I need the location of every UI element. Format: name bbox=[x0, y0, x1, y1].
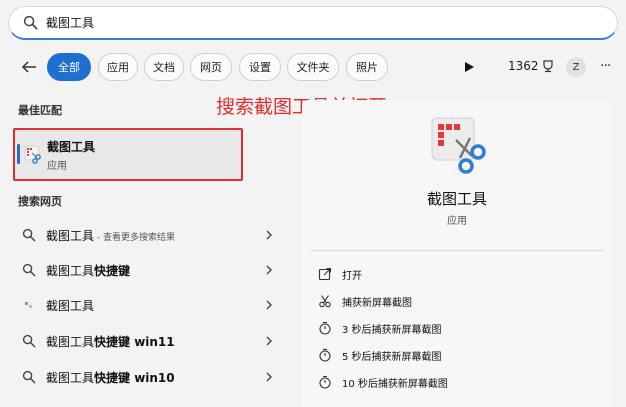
preview-pane: 截图工具 应用 打开 捕获新屏幕截图 3 秒后捕获新屏幕截图 5 秒后捕获新屏幕… bbox=[302, 100, 612, 407]
divider bbox=[310, 250, 604, 251]
filter-chip-web[interactable]: 网页 bbox=[190, 53, 232, 81]
search-icon bbox=[22, 370, 36, 384]
search-bar[interactable] bbox=[8, 6, 618, 40]
web-result-subtitle: - 查看更多搜索结果 bbox=[94, 232, 175, 243]
action-snip-10s[interactable]: 10 秒后捕获新屏幕截图 bbox=[318, 372, 448, 392]
search-icon bbox=[22, 228, 36, 242]
web-result-item[interactable]: 截图工具快捷键 win10 bbox=[18, 364, 280, 390]
web-result-item[interactable]: 截图工具快捷键 win11 bbox=[18, 328, 280, 354]
action-open[interactable]: 打开 bbox=[318, 264, 362, 284]
rewards-points[interactable]: 1362 bbox=[508, 59, 555, 73]
avatar[interactable]: Z bbox=[566, 57, 586, 77]
chevron-right-icon bbox=[266, 336, 272, 346]
chevron-right-icon bbox=[266, 265, 272, 275]
selection-indicator bbox=[17, 144, 20, 164]
open-external-icon bbox=[318, 267, 332, 281]
trophy-icon bbox=[542, 60, 553, 73]
preview-app-type: 应用 bbox=[447, 216, 467, 227]
filter-chip-folders[interactable]: 文件夹 bbox=[287, 53, 339, 81]
filter-chip-apps[interactable]: 应用 bbox=[98, 53, 138, 81]
filter-chip-all[interactable]: 全部 bbox=[47, 53, 91, 81]
play-icon[interactable] bbox=[462, 60, 476, 74]
search-input[interactable] bbox=[46, 15, 566, 30]
best-match-heading: 最佳匹配 bbox=[18, 104, 62, 117]
back-button[interactable] bbox=[18, 57, 40, 77]
chevron-right-icon bbox=[266, 230, 272, 240]
arrow-left-icon bbox=[21, 61, 36, 73]
search-icon bbox=[23, 15, 38, 30]
best-match-name: 截图工具 bbox=[47, 140, 96, 154]
web-result-item[interactable]: 截图工具 bbox=[18, 292, 280, 318]
timer-icon bbox=[319, 375, 331, 389]
snipping-tool-icon bbox=[24, 145, 41, 164]
points-count: 1362 bbox=[508, 59, 539, 73]
preview-app-name: 截图工具 bbox=[426, 190, 487, 208]
timer-icon bbox=[319, 321, 331, 335]
filter-chip-documents[interactable]: 文档 bbox=[144, 53, 184, 81]
more-options-button[interactable]: ··· bbox=[600, 58, 611, 74]
favicon-icon bbox=[25, 302, 32, 308]
snipping-tool-large-icon bbox=[431, 117, 486, 174]
search-icon bbox=[22, 334, 36, 348]
search-icon bbox=[22, 263, 36, 277]
timer-icon bbox=[319, 348, 331, 362]
action-new-snip[interactable]: 捕获新屏幕截图 bbox=[318, 291, 412, 311]
action-snip-3s[interactable]: 3 秒后捕获新屏幕截图 bbox=[318, 318, 442, 338]
filter-row: 全部 应用 文档 网页 设置 文件夹 照片 1362 Z ··· bbox=[0, 52, 626, 82]
scissors-icon bbox=[319, 295, 331, 308]
best-match-type: 应用 bbox=[47, 161, 67, 172]
chevron-right-icon bbox=[266, 372, 272, 382]
web-search-heading: 搜索网页 bbox=[18, 195, 62, 208]
best-match-item[interactable]: 截图工具 应用 bbox=[13, 128, 243, 181]
chevron-right-icon bbox=[266, 300, 272, 310]
action-snip-5s[interactable]: 5 秒后捕获新屏幕截图 bbox=[318, 345, 442, 365]
filter-chip-photos[interactable]: 照片 bbox=[346, 53, 388, 81]
web-result-item[interactable]: 截图工具快捷键 bbox=[18, 257, 280, 283]
web-result-item[interactable]: 截图工具 - 查看更多搜索结果 bbox=[18, 222, 280, 248]
filter-chip-settings[interactable]: 设置 bbox=[239, 53, 281, 81]
